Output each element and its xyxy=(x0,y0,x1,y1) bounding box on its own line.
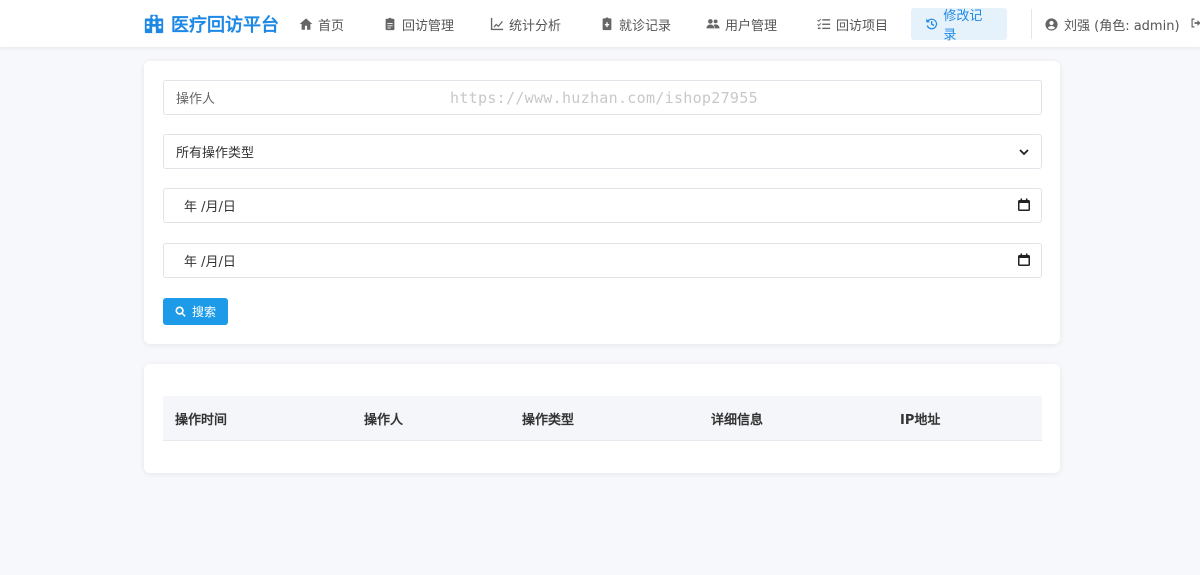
nav-item-label: 回访管理 xyxy=(402,18,455,34)
column-header-operator[interactable]: 操作人 xyxy=(364,396,403,441)
home-icon xyxy=(299,18,313,30)
nav-item-home[interactable]: 首页 xyxy=(285,8,358,40)
user-name-role: 刘强 (角色: admin) xyxy=(1064,18,1180,34)
nav-item-label: 修改记录 xyxy=(943,9,983,43)
operation-type-select[interactable]: 所有操作类型 xyxy=(163,134,1042,169)
column-header-details[interactable]: 详细信息 xyxy=(711,396,763,441)
nav-item-label: 就诊记录 xyxy=(619,18,672,34)
nav-item-visits[interactable]: 就诊记录 xyxy=(586,8,685,40)
calendar-icon[interactable] xyxy=(1017,253,1031,267)
users-cog-icon xyxy=(706,19,720,29)
nav-item-statistics[interactable]: 统计分析 xyxy=(476,8,575,40)
nav-item-label: 首页 xyxy=(318,18,345,34)
user-profile[interactable]: 刘强 (角色: admin) xyxy=(1045,8,1180,40)
top-navbar: 医疗回访平台 首页 回访管理 统计分析 就诊记录 用户管理 回访项目 修改记录 … xyxy=(0,0,1200,47)
column-header-type[interactable]: 操作类型 xyxy=(522,396,574,441)
logout-button[interactable] xyxy=(1190,17,1200,29)
search-icon xyxy=(175,306,186,317)
nav-item-projects[interactable]: 回访项目 xyxy=(803,8,902,40)
nav-item-label: 回访项目 xyxy=(836,18,889,34)
brand-logo[interactable]: 医疗回访平台 xyxy=(143,12,279,36)
end-date-placeholder: 年 /月/日 xyxy=(184,255,236,270)
clipboard-icon xyxy=(385,17,395,31)
watermark-text: https://www.huzhan.com/ishop27955 xyxy=(450,89,758,107)
search-button[interactable]: 搜索 xyxy=(163,298,228,325)
column-header-ip[interactable]: IP地址 xyxy=(900,396,940,441)
history-icon xyxy=(926,18,938,30)
start-date-input[interactable]: 年 /月/日 xyxy=(163,188,1042,223)
chart-line-icon xyxy=(490,17,504,31)
calendar-icon[interactable] xyxy=(1017,198,1031,212)
nav-item-change-log[interactable]: 修改记录 xyxy=(911,8,1007,43)
nav-item-users[interactable]: 用户管理 xyxy=(692,8,791,40)
medical-file-icon xyxy=(602,17,612,31)
sign-out-icon xyxy=(1191,18,1200,28)
nav-item-followup[interactable]: 回访管理 xyxy=(369,8,468,40)
search-button-label: 搜索 xyxy=(191,305,216,319)
column-header-time[interactable]: 操作时间 xyxy=(175,396,227,441)
hospital-icon xyxy=(144,14,164,34)
nav-divider xyxy=(1031,9,1032,39)
operator-placeholder: 操作人 xyxy=(176,92,216,107)
table-header: 操作时间 操作人 操作类型 详细信息 IP地址 xyxy=(163,396,1042,441)
start-date-placeholder: 年 /月/日 xyxy=(184,200,236,215)
end-date-input[interactable]: 年 /月/日 xyxy=(163,243,1042,278)
app-title: 医疗回访平台 xyxy=(171,15,279,36)
user-circle-icon xyxy=(1045,17,1058,31)
change-log-table: 操作时间 操作人 操作类型 详细信息 IP地址 xyxy=(144,364,1060,473)
operation-type-value: 所有操作类型 xyxy=(176,146,255,161)
nav-item-label: 统计分析 xyxy=(509,18,562,34)
nav-item-label: 用户管理 xyxy=(725,18,778,34)
chevron-down-icon xyxy=(1019,146,1029,156)
tasks-icon xyxy=(817,18,831,30)
